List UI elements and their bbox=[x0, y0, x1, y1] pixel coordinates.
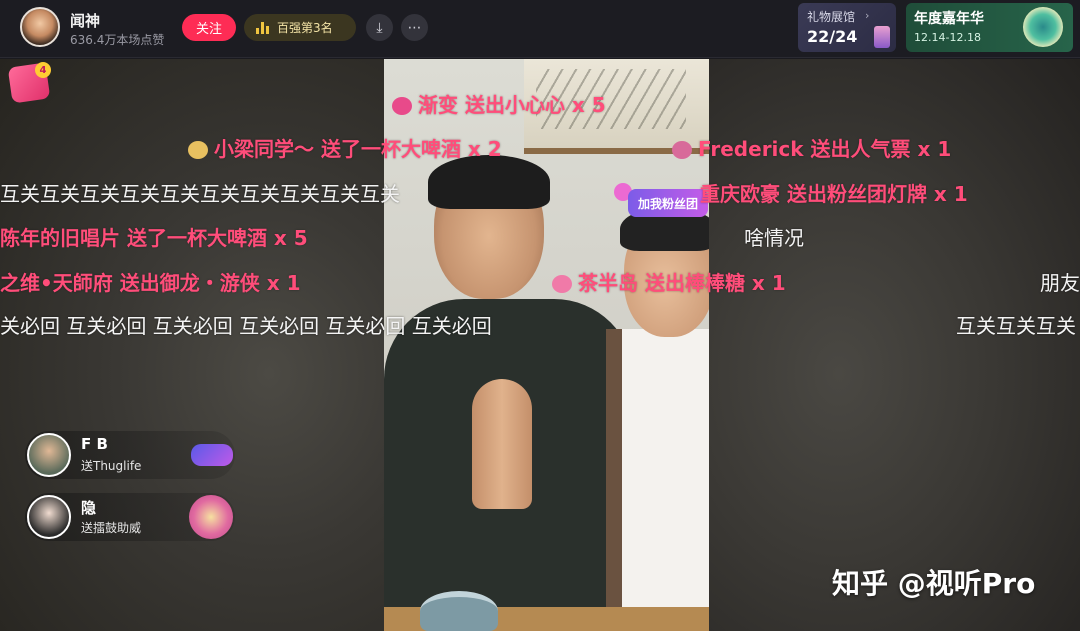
tea-cup bbox=[420, 591, 498, 631]
annual-gala-card[interactable]: 年度嘉年华 12.14-12.18 bbox=[906, 3, 1073, 52]
gift-bag-count-badge: 4 bbox=[35, 62, 51, 78]
sunglasses-gift-icon bbox=[191, 444, 233, 466]
danmaku-item: Frederick 送出人气票 x 1 bbox=[672, 135, 951, 163]
avatar[interactable] bbox=[27, 495, 71, 539]
follow-button[interactable]: 关注 bbox=[182, 14, 236, 41]
gift-sender-name: F B bbox=[81, 435, 108, 453]
rank-label: 百强第3名 bbox=[277, 21, 333, 35]
gift-gallery-card[interactable]: 礼物展馆 22/24 › bbox=[798, 3, 896, 52]
chevron-right-icon: › bbox=[865, 9, 870, 22]
download-button[interactable]: ⤓ bbox=[366, 14, 393, 41]
lollipop-icon bbox=[552, 275, 572, 293]
live-stream-stage[interactable]: 加我粉丝团 渐变 送出小心心 x 5 小梁同学～ 送了一杯大啤酒 x 2 Fre… bbox=[0, 59, 1080, 631]
avatar[interactable] bbox=[27, 433, 71, 477]
gift-action-text: 送擂鼓助威 bbox=[81, 521, 142, 535]
gift-feed-item: 隐 送擂鼓助威 bbox=[25, 493, 235, 541]
download-icon: ⤓ bbox=[376, 19, 383, 36]
gift-gallery-title: 礼物展馆 bbox=[807, 10, 856, 24]
beer-icon bbox=[188, 141, 208, 159]
join-fan-club-button[interactable]: 加我粉丝团 bbox=[628, 189, 708, 217]
danmaku-item: 茶半岛 送出棒棒糖 x 1 bbox=[552, 269, 786, 297]
drum-gift-icon bbox=[189, 495, 233, 539]
danmaku-item: 小梁同学～ 送了一杯大啤酒 x 2 bbox=[188, 135, 502, 163]
danmaku-item: 关必回 互关必回 互关必回 互关必回 互关必回 互关必回 bbox=[0, 314, 492, 338]
danmaku-item: 之维•天師府 送出御龙・游侠 x 1 bbox=[0, 271, 301, 295]
danmaku-item: 啥情况 bbox=[744, 226, 804, 250]
streamer-avatar[interactable] bbox=[20, 7, 60, 47]
heart-icon bbox=[392, 97, 412, 115]
guest-figure bbox=[606, 329, 709, 631]
danmaku-item: 朋友 bbox=[1040, 271, 1080, 295]
more-icon: ⋯ bbox=[407, 19, 422, 36]
danmaku-item: 重庆欧豪 送出粉丝团灯牌 x 1 bbox=[700, 182, 968, 206]
streamer-name[interactable]: 闻神 bbox=[70, 10, 100, 31]
gift-feed-item: F B 送Thuglife bbox=[25, 431, 235, 479]
watermark: 知乎 @视听Pro bbox=[832, 567, 1036, 600]
folded-hands bbox=[472, 379, 532, 509]
gift-action-text: 送Thuglife bbox=[81, 459, 142, 473]
gala-emblem-icon bbox=[1023, 7, 1063, 47]
streamer-hair bbox=[428, 155, 550, 209]
danmaku-item: 渐变 送出小心心 x 5 bbox=[392, 91, 606, 119]
rank-badge-button[interactable]: 百强第3名 bbox=[244, 14, 356, 41]
streamer-like-count: 636.4万本场点赞 bbox=[70, 33, 165, 47]
gift-sender-name: 隐 bbox=[81, 499, 97, 517]
more-button[interactable]: ⋯ bbox=[401, 14, 428, 41]
ticket-icon bbox=[672, 141, 692, 159]
danmaku-item: 互关互关互关互关互关互关互关互关互关互关 bbox=[0, 182, 400, 206]
trophy-icon bbox=[874, 26, 890, 48]
bar-chart-icon bbox=[256, 21, 269, 34]
danmaku-item: 互关互关互关 bbox=[956, 314, 1076, 338]
danmaku-item: 陈年的旧唱片 送了一杯大啤酒 x 5 bbox=[0, 226, 308, 250]
top-bar: 闻神 636.4万本场点赞 关注 百强第3名 ⤓ ⋯ 礼物展馆 22/24 › … bbox=[0, 0, 1080, 58]
